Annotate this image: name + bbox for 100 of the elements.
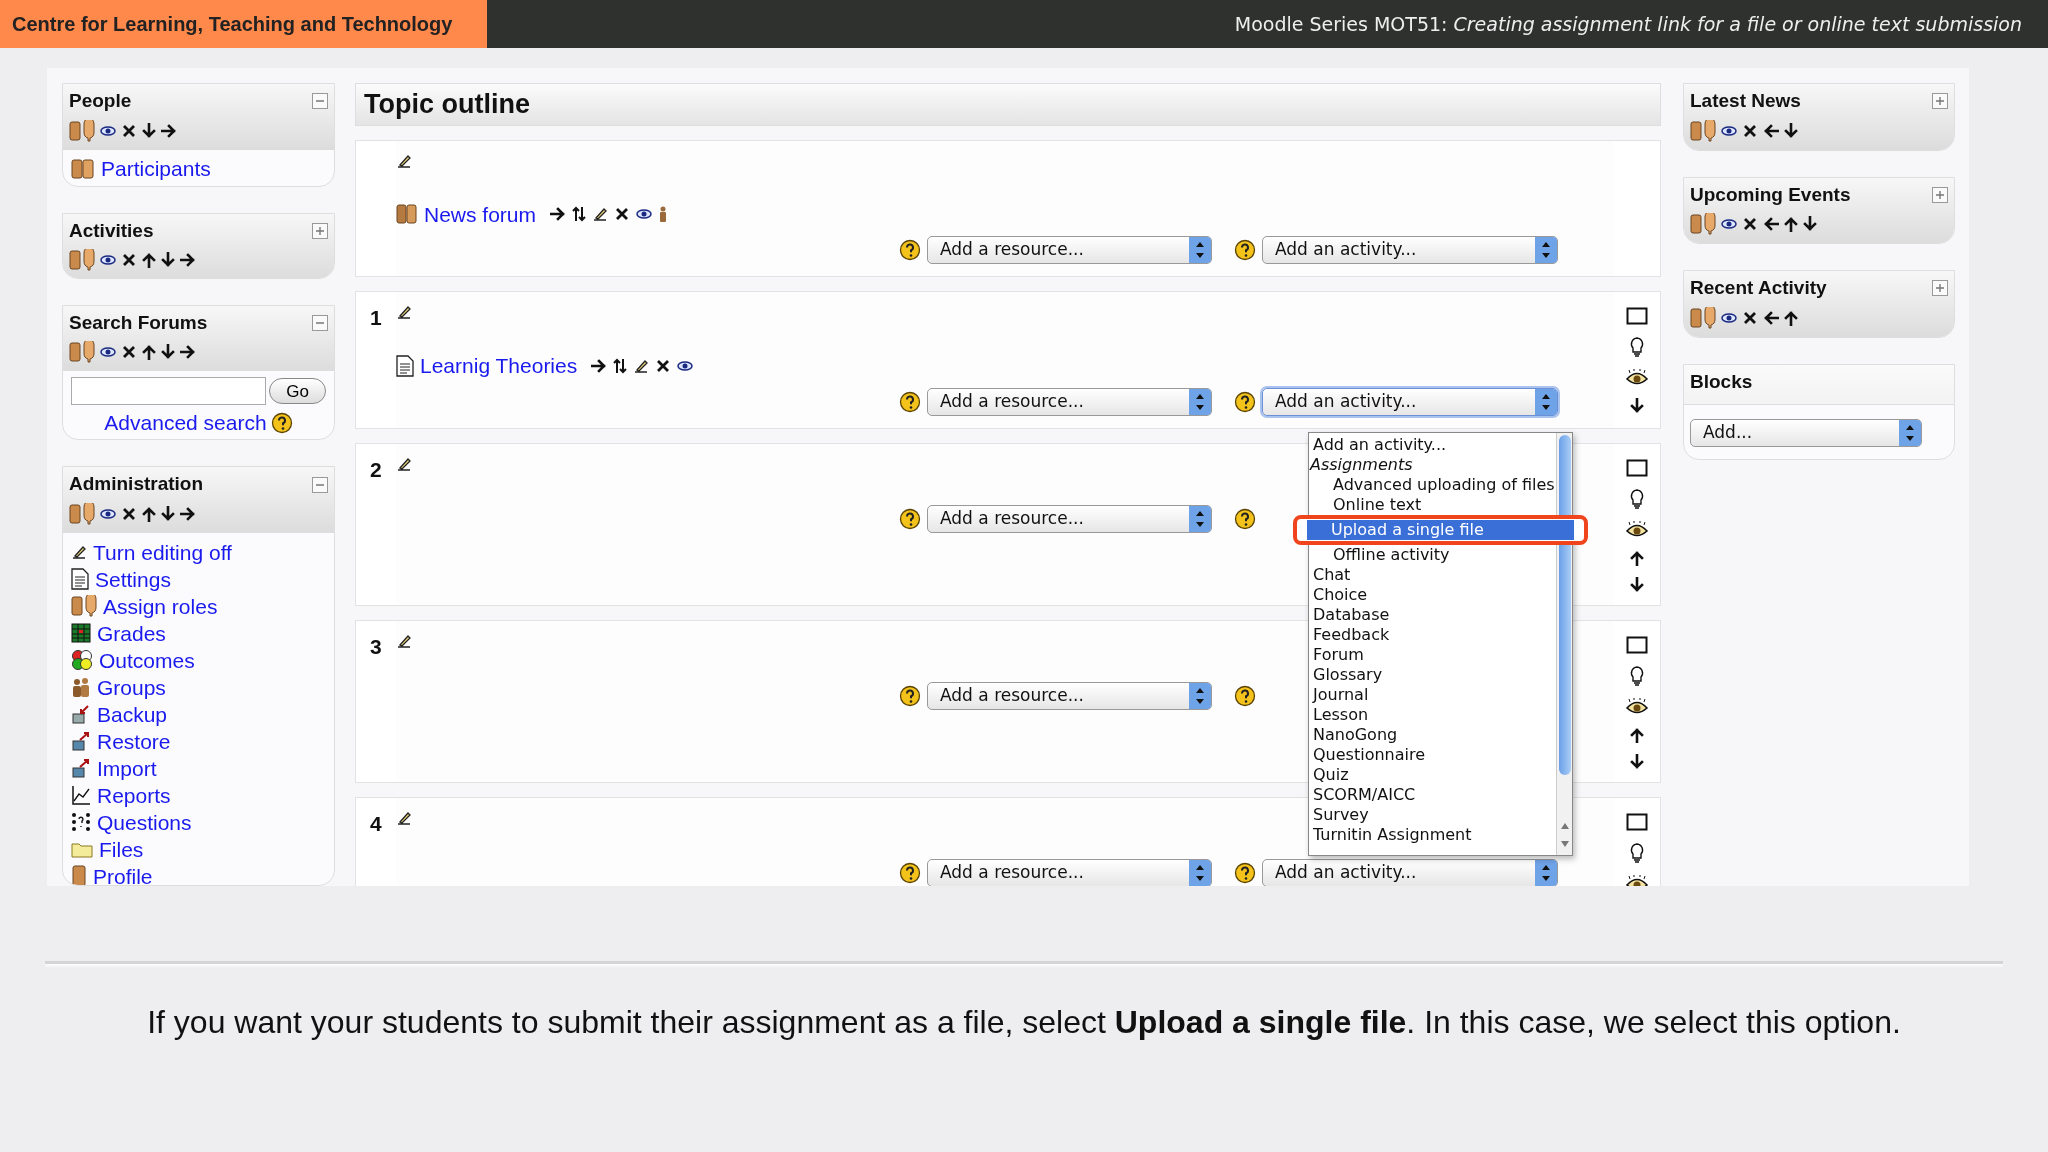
dropdown-option[interactable]: Glossary	[1309, 665, 1556, 685]
eye-icon[interactable]	[677, 359, 694, 372]
help-icon[interactable]	[899, 684, 921, 707]
help-icon[interactable]	[1234, 239, 1256, 261]
activity-select[interactable]: Add an activity...	[1262, 236, 1558, 264]
eye-icon[interactable]	[1625, 697, 1649, 716]
down-arrow-icon[interactable]	[1630, 753, 1644, 770]
up-arrow-icon[interactable]	[142, 344, 156, 361]
help-icon[interactable]	[270, 412, 293, 434]
sidebar-link[interactable]: Turn editing off	[71, 538, 326, 566]
eye-icon[interactable]	[1721, 218, 1737, 230]
help-icon[interactable]	[1234, 390, 1256, 413]
dropdown-option[interactable]: Lesson	[1309, 705, 1556, 725]
activity-link[interactable]: News forum	[396, 198, 537, 230]
down-arrow-icon[interactable]	[142, 122, 156, 139]
resource-select[interactable]: Add a resource...	[927, 504, 1212, 533]
pencil-icon[interactable]	[396, 304, 412, 320]
sidebar-link[interactable]: Backup	[71, 700, 326, 728]
resource-select[interactable]: Add a resource...	[927, 387, 1212, 416]
help-icon[interactable]	[1234, 861, 1256, 884]
help-icon[interactable]	[899, 507, 921, 530]
left-arrow-icon[interactable]	[1763, 310, 1779, 325]
dropdown-option[interactable]: Online text	[1309, 495, 1556, 515]
square-icon[interactable]	[1626, 635, 1648, 654]
sidebar-link[interactable]: Settings	[71, 565, 326, 593]
go-button[interactable]: Go	[269, 378, 326, 405]
collapse-icon[interactable]	[312, 476, 328, 493]
up-down-arrows-icon[interactable]	[613, 357, 628, 374]
pencil-icon[interactable]	[592, 206, 609, 223]
eye-icon[interactable]	[1721, 124, 1737, 137]
resource-select[interactable]: Add a resource...	[927, 681, 1212, 710]
sidebar-link[interactable]: Assign roles	[71, 592, 326, 620]
expand-icon[interactable]	[1932, 186, 1948, 203]
dropdown-option[interactable]: Choice	[1309, 585, 1556, 605]
light-bulb-icon[interactable]	[1629, 487, 1645, 510]
right-arrow-icon[interactable]	[180, 253, 196, 268]
eye-icon[interactable]	[1625, 520, 1649, 539]
right-arrow-icon[interactable]	[591, 358, 608, 373]
up-arrow-icon[interactable]	[142, 252, 156, 269]
eye-icon[interactable]	[636, 208, 653, 221]
eye-icon[interactable]	[1625, 369, 1649, 387]
up-arrow-icon[interactable]	[1784, 309, 1798, 326]
sidebar-link[interactable]: Files	[71, 835, 326, 863]
left-arrow-icon[interactable]	[1763, 123, 1779, 138]
cross-icon[interactable]	[1742, 216, 1758, 232]
dropdown-option[interactable]: Questionnaire	[1309, 745, 1556, 765]
down-arrow-icon[interactable]	[1630, 576, 1644, 593]
resource-select[interactable]: Add a resource...	[927, 858, 1212, 886]
search-field[interactable]	[71, 377, 267, 406]
expand-icon[interactable]	[1932, 93, 1948, 110]
cross-icon[interactable]	[121, 122, 137, 139]
sidebar-link[interactable]: Participants	[71, 155, 326, 183]
sidebar-link[interactable]: Profile	[71, 862, 326, 885]
cross-icon[interactable]	[1742, 122, 1758, 139]
eye-icon[interactable]	[100, 124, 116, 137]
up-arrow-icon[interactable]	[1784, 216, 1798, 232]
help-icon[interactable]	[899, 861, 921, 884]
cross-icon[interactable]	[655, 357, 672, 374]
sidebar-link[interactable]: Import	[71, 754, 326, 782]
help-icon[interactable]	[1234, 684, 1256, 707]
dropdown-option[interactable]: Survey	[1309, 805, 1556, 825]
right-arrow-icon[interactable]	[161, 123, 177, 138]
collapse-icon[interactable]	[312, 93, 328, 110]
add-block-select[interactable]: Add...	[1690, 419, 1922, 447]
sidebar-link[interactable]: Groups	[71, 673, 326, 701]
dropdown-option[interactable]: NanoGong	[1309, 725, 1556, 745]
person-icon[interactable]	[658, 206, 669, 223]
activity-select[interactable]: Add an activity...	[1262, 387, 1558, 416]
help-icon[interactable]	[1234, 507, 1256, 530]
help-icon[interactable]	[899, 239, 921, 261]
down-arrow-icon[interactable]	[161, 252, 175, 269]
right-arrow-icon[interactable]	[180, 506, 196, 521]
cross-icon[interactable]	[121, 505, 137, 522]
advanced-search-link[interactable]: Advanced search	[104, 407, 267, 439]
square-icon[interactable]	[1626, 307, 1648, 325]
square-icon[interactable]	[1626, 812, 1648, 831]
right-arrow-icon[interactable]	[180, 345, 196, 360]
eye-icon[interactable]	[100, 254, 116, 267]
dropdown-option[interactable]: Offline activity	[1309, 545, 1556, 565]
left-arrow-icon[interactable]	[1763, 217, 1779, 231]
expand-icon[interactable]	[1932, 280, 1948, 297]
help-icon[interactable]	[899, 390, 921, 413]
sidebar-link[interactable]: Outcomes	[71, 646, 326, 674]
dropdown-option[interactable]: SCORM/AICC	[1309, 785, 1556, 805]
scrollbar[interactable]	[1556, 433, 1572, 855]
up-down-arrows-icon[interactable]	[572, 206, 587, 223]
down-arrow-icon[interactable]	[161, 505, 175, 522]
eye-icon[interactable]	[100, 507, 116, 520]
dropdown-option[interactable]: Upload a single file	[1307, 520, 1574, 540]
sidebar-link[interactable]: Restore	[71, 727, 326, 755]
dropdown-option[interactable]: Database	[1309, 605, 1556, 625]
dropdown-option[interactable]: Quiz	[1309, 765, 1556, 785]
dropdown-option[interactable]: Chat	[1309, 565, 1556, 585]
dropdown-option[interactable]: Journal	[1309, 685, 1556, 705]
down-arrow-icon[interactable]	[161, 344, 175, 361]
cross-icon[interactable]	[1742, 309, 1758, 326]
sidebar-link[interactable]: Grades	[71, 619, 326, 647]
up-arrow-icon[interactable]	[1630, 549, 1644, 566]
right-arrow-icon[interactable]	[550, 207, 567, 222]
collapse-icon[interactable]	[312, 315, 328, 331]
